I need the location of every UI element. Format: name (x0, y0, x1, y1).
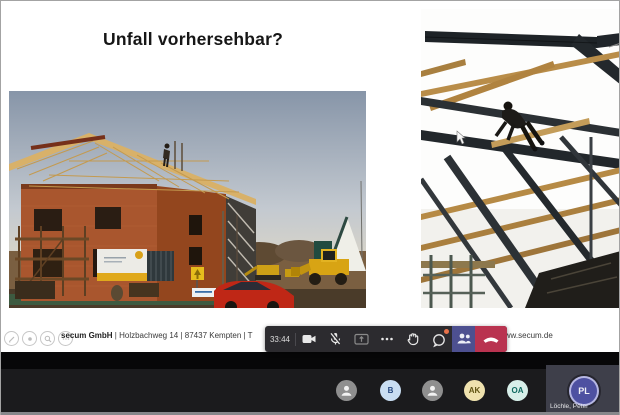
teams-meeting-window: Unfall vorhersehbar? (0, 0, 620, 415)
hangup-button[interactable] (475, 326, 507, 352)
participant-avatar[interactable] (336, 380, 357, 401)
chat-button[interactable] (426, 326, 452, 352)
raise-hand-icon (405, 331, 421, 347)
mic-button[interactable] (322, 326, 348, 352)
mic-muted-icon (327, 331, 343, 347)
participant-avatar[interactable]: OA (507, 380, 528, 401)
avatar-initials: B (388, 386, 394, 395)
meeting-timer: 33:44 (265, 335, 295, 344)
share-screen-button[interactable] (348, 326, 374, 352)
footer-address: | Holzbachweg 14 | 87437 Kempten | T (113, 331, 253, 340)
notification-badge (444, 329, 449, 334)
avatar-initials: AK (469, 386, 481, 395)
participant-avatar[interactable]: AK (464, 380, 485, 401)
participant-avatar[interactable]: B (380, 380, 401, 401)
person-silhouette-icon (425, 383, 440, 398)
active-speaker-tile[interactable]: PL Löchle, Peter (546, 365, 620, 412)
footer-company: secum GmbH (61, 331, 113, 340)
people-icon (456, 331, 472, 347)
house-construction-photo (9, 91, 366, 308)
avatar-initials: OA (512, 386, 524, 395)
more-options-icon (379, 331, 395, 347)
steel-photo-graphic (421, 9, 620, 308)
person-silhouette-icon (339, 383, 354, 398)
hangup-icon (482, 334, 500, 344)
magnifier-icon[interactable] (40, 331, 55, 346)
pen-icon[interactable] (4, 331, 19, 346)
slide-footer: secum GmbH | Holzbachweg 14 | 87437 Kemp… (61, 331, 253, 340)
steel-worker-photo (421, 9, 620, 308)
house-photo-graphic (9, 91, 366, 308)
laser-pointer-icon[interactable] (22, 331, 37, 346)
raise-hand-button[interactable] (400, 326, 426, 352)
active-speaker-avatar: PL (571, 378, 597, 404)
more-options-button[interactable] (374, 326, 400, 352)
camera-button[interactable] (296, 326, 322, 352)
people-button[interactable] (452, 326, 475, 352)
share-screen-icon (353, 331, 370, 347)
active-speaker-name: Löchle, Peter (550, 403, 588, 410)
slide-title: Unfall vorhersehbar? (103, 29, 283, 50)
meeting-control-bar: 33:44 (265, 326, 507, 352)
participant-avatar[interactable] (422, 380, 443, 401)
footer-website: www.secum.de (499, 331, 553, 340)
camera-icon (301, 331, 317, 347)
